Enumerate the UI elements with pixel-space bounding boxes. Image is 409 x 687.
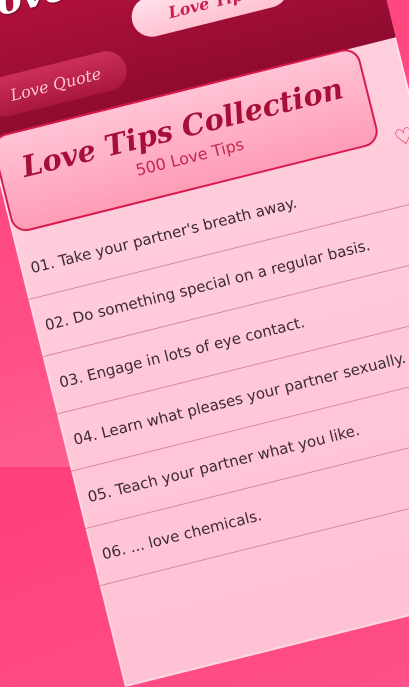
heart-icon[interactable]: ♡	[392, 123, 409, 152]
app-stage: Love Tips Love Tips Love Quote Love Tips…	[0, 0, 409, 687]
tab-label: Love Tips	[166, 0, 254, 22]
app-window: Love Tips Love Tips Love Quote Love Tips…	[0, 0, 409, 687]
tab-love-tips[interactable]: Love Tips	[127, 0, 293, 41]
tab-label: Love Quote	[8, 63, 103, 105]
